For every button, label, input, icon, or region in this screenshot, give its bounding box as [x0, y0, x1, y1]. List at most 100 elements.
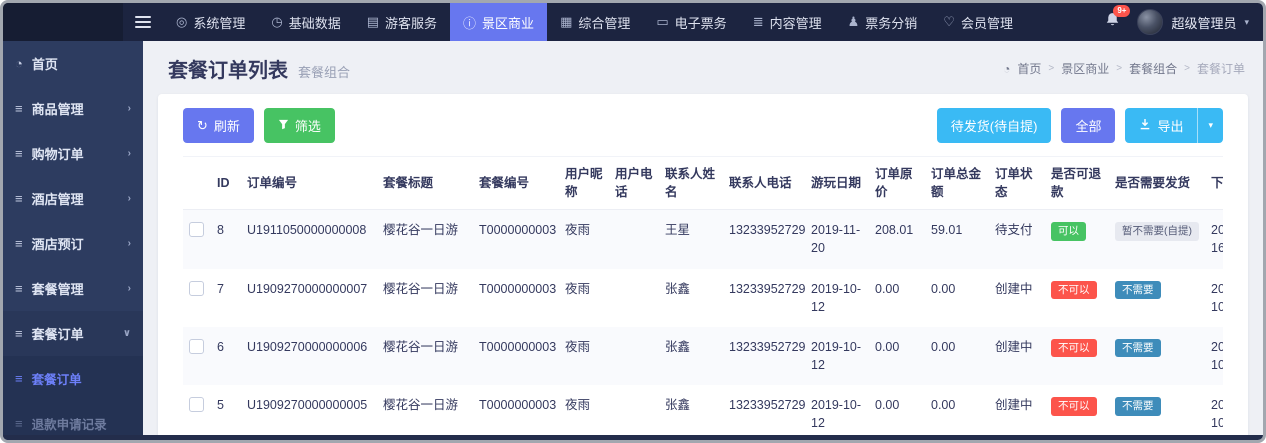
cell-total-amount: 0.00	[931, 339, 956, 354]
navbar-item[interactable]: ◎ 系统管理	[163, 3, 258, 41]
cell-user-nick: 夜雨	[565, 281, 591, 296]
navbar-item-label: 景区商业	[482, 15, 535, 31]
refundable-badge: 不可以	[1051, 397, 1097, 416]
target-icon: ◎	[176, 14, 188, 29]
cell-contact-phone: 13233952729	[729, 398, 806, 412]
cell-refundable: 不可以	[1045, 327, 1109, 385]
page-subtitle: 套餐组合	[298, 64, 351, 80]
cell-total-amount: 0.00	[931, 398, 956, 412]
download-icon	[1139, 118, 1151, 133]
column-header: 订单状态	[989, 156, 1045, 211]
list-icon: ≡	[15, 326, 23, 341]
cell-shipping: 暂不需要(自提)	[1109, 210, 1205, 269]
cell-order-no: U1909270000000006	[247, 339, 368, 354]
hamburger-icon[interactable]	[123, 3, 163, 41]
cell-order-time: 2019-09-27 10:13:10	[1211, 281, 1223, 314]
export-dropdown-toggle[interactable]: ▾	[1197, 108, 1223, 143]
breadcrumb-item[interactable]: 套餐组合	[1129, 60, 1177, 77]
cell-status: 待支付	[995, 223, 1033, 238]
cell-contact-phone: 13233952729	[729, 339, 806, 354]
orders-table-wrap: ID 订单编号 套餐标题 套餐编号 用户昵称 用户电话 联系人姓名 联系人电话 游玩日期 订单原价…	[183, 156, 1223, 440]
list-icon: ≡	[15, 101, 23, 116]
row-checkbox[interactable]	[189, 222, 204, 238]
orders-table: ID 订单编号 套餐标题 套餐编号 用户昵称 用户电话 联系人姓名 联系人电话 游玩日期 订单原价…	[183, 156, 1223, 440]
cell-id: 7	[217, 281, 224, 296]
column-header[interactable]: 下单时间	[1205, 156, 1223, 211]
list-icon: ≡	[15, 416, 23, 431]
cell-checkbox	[183, 385, 211, 440]
cell-original-price: 0.00	[875, 339, 900, 354]
row-checkbox[interactable]	[189, 338, 204, 354]
cell-package-title: 樱花谷一日游	[383, 223, 459, 238]
refresh-icon: ↻	[197, 117, 208, 133]
sidebar-item[interactable]: ≡ 购物订单 ›	[3, 131, 143, 176]
filter-icon	[278, 118, 289, 133]
ticket-icon: ▭	[656, 14, 669, 29]
cell-status: 创建中	[995, 281, 1033, 296]
sidebar-item-label: 购物订单	[31, 147, 84, 162]
export-button[interactable]: 导出	[1125, 108, 1198, 143]
sidebar-item[interactable]: ≡ 酒店管理 ›	[3, 176, 143, 221]
cell-refundable: 不可以	[1045, 385, 1109, 440]
sidebar-item-label: 套餐订单	[31, 373, 82, 387]
sidebar-item[interactable]: ≡ 套餐订单 ∨	[3, 311, 143, 356]
navbar-item[interactable]: ♡ 会员管理	[930, 3, 1026, 41]
sidebar-item[interactable]: ≡ 商品管理 ›	[3, 86, 143, 131]
navbar-item[interactable]: ▤ 游客服务	[354, 3, 450, 41]
toolbar: ↻ 刷新 筛选 待发货(待自提) 全部 导出 ▾	[183, 108, 1223, 143]
cell-order-time: 2019-09-27 10:12:50	[1211, 339, 1223, 372]
notifications-button[interactable]: 9+	[1104, 5, 1131, 33]
navbar-item[interactable]: ▭ 电子票务	[643, 3, 739, 41]
list-icon: ≡	[15, 236, 23, 251]
navbar-item[interactable]: ⓘ 景区商业	[450, 3, 548, 41]
navbar-item[interactable]: ≣ 内容管理	[740, 3, 835, 41]
refresh-button[interactable]: ↻ 刷新	[183, 108, 254, 143]
cell-play-date: 2019-10-12	[811, 398, 862, 431]
table-body: 8 U1911050000000008 樱花谷一日游 T0000000003 夜雨 王星 1…	[183, 209, 1223, 440]
cell-refundable: 可以	[1045, 210, 1109, 269]
sidebar-item-label: 套餐管理	[31, 282, 84, 297]
sidebar-item[interactable]: ≡ 套餐管理 ›	[3, 266, 143, 311]
sidebar-item[interactable]: ◔ 首页	[3, 41, 143, 86]
navbar-item[interactable]: ♟ 票务分销	[835, 3, 931, 41]
sidebar-item-label: 首页	[31, 57, 58, 72]
app-window: ◎ 系统管理 ◷ 基础数据 ▤ 游客服务 ⓘ 景区商业 ▦ 综合管理 ▭ 电子票务 ≣ 内容管理 ♟ 票务分销…	[0, 0, 1266, 443]
breadcrumb-item[interactable]: 景区商业	[1061, 60, 1109, 77]
shipping-badge: 暂不需要(自提)	[1115, 222, 1199, 241]
cell-contact-phone: 13233952729	[729, 281, 806, 296]
pending-ship-button[interactable]: 待发货(待自提)	[936, 108, 1052, 143]
navbar-item[interactable]: ◷ 基础数据	[258, 3, 353, 41]
cell-package-no: T0000000003	[479, 223, 557, 238]
info-circle-icon: ⓘ	[463, 15, 477, 31]
topbar-right: 9+ 超级管理员 ▾	[1104, 3, 1263, 41]
filter-button[interactable]: 筛选	[263, 108, 335, 143]
cell-package-title: 樱花谷一日游	[383, 281, 459, 296]
sidebar-item-label: 商品管理	[31, 102, 84, 117]
list-icon: ≡	[15, 371, 23, 386]
row-checkbox[interactable]	[189, 280, 204, 296]
cell-total-amount: 0.00	[931, 281, 956, 296]
navbar-item-label: 综合管理	[578, 15, 631, 31]
sidebar-item[interactable]: ≡ 酒店预订 ›	[3, 221, 143, 266]
cell-status: 创建中	[995, 339, 1033, 354]
cell-status: 创建中	[995, 398, 1033, 412]
row-checkbox[interactable]	[189, 397, 204, 412]
sidebar-item-label: 酒店预订	[31, 237, 84, 252]
page-header: 套餐订单列表 套餐组合 ◔ 首页 > 景区商业 > 套餐组合 > 套餐订单	[143, 41, 1263, 94]
navbar-item-label: 游客服务	[385, 15, 438, 31]
cell-user-phone	[609, 385, 659, 440]
cell-user-nick: 夜雨	[565, 339, 591, 354]
cell-checkbox	[183, 327, 211, 385]
breadcrumb-item[interactable]: 首页	[1017, 60, 1041, 77]
all-button[interactable]: 全部	[1061, 108, 1116, 143]
dashboard-icon: ◔	[1003, 61, 1011, 76]
user-menu[interactable]: 超级管理员 ▾	[1137, 9, 1249, 35]
chevron-down-icon: ▾	[1244, 16, 1249, 27]
cell-refundable: 不可以	[1045, 269, 1109, 327]
chevron-right-icon: ›	[127, 238, 131, 249]
shipping-badge: 不需要	[1115, 280, 1161, 299]
refundable-badge: 可以	[1051, 222, 1086, 241]
table-row: 6 U1909270000000006 樱花谷一日游 T0000000003 夜雨 张鑫 1…	[183, 326, 1223, 385]
sidebar-item[interactable]: ≡ 套餐订单	[3, 356, 143, 401]
navbar-item[interactable]: ▦ 综合管理	[547, 3, 643, 41]
